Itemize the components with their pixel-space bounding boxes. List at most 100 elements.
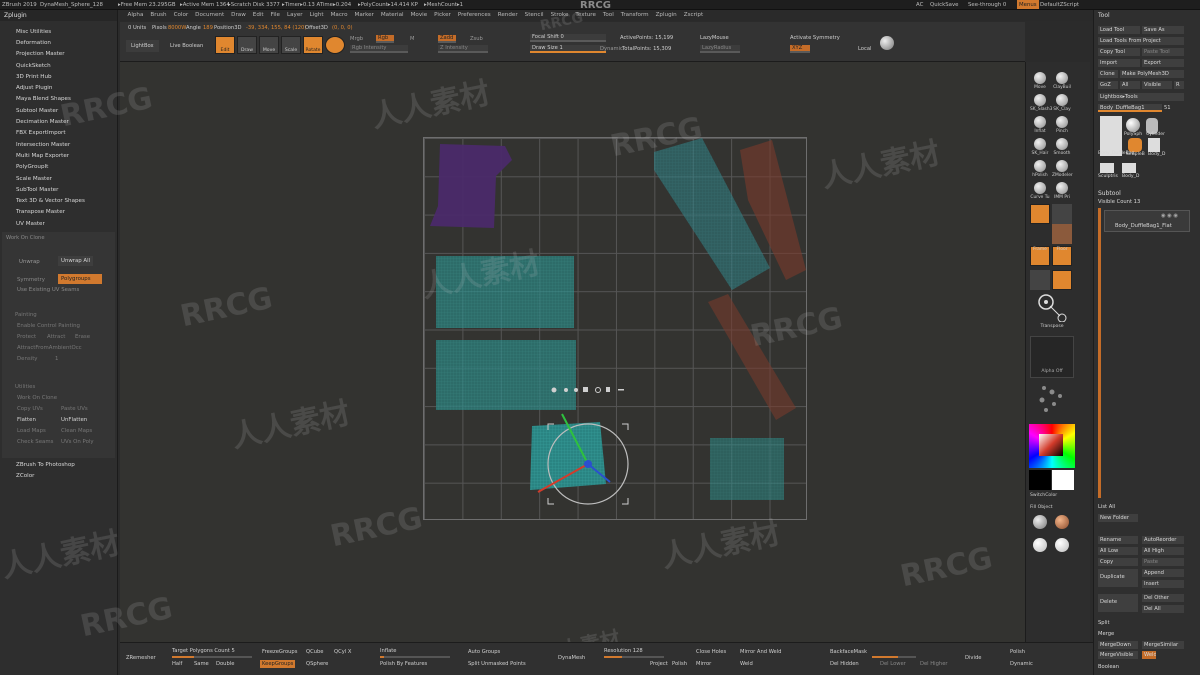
material-white-icon[interactable]	[1055, 538, 1069, 552]
make-polymesh-button[interactable]: Make PolyMesh3D	[1120, 70, 1184, 78]
color-picker[interactable]	[1029, 424, 1075, 468]
dynamic-toggle[interactable]: Dynamic	[1010, 661, 1033, 667]
project-button[interactable]: Project	[650, 661, 668, 667]
merge-visible-button[interactable]: MergeVisible	[1098, 651, 1138, 659]
visible-button[interactable]: Visible	[1142, 81, 1172, 89]
tool-thumb-body2[interactable]	[1148, 138, 1160, 152]
secondary-color-swatch[interactable]	[1029, 470, 1051, 490]
zremesher-button[interactable]: ZRemesher	[126, 655, 156, 661]
auto-reorder-button[interactable]: AutoReorder	[1142, 536, 1184, 544]
zmodeler-brush[interactable]: ZModeler	[1052, 160, 1073, 180]
material-preview-icon[interactable]	[1052, 224, 1072, 244]
floor-button[interactable]: Floor	[1052, 246, 1072, 266]
subtool-header[interactable]: Subtool	[1098, 190, 1121, 197]
primary-color-swatch[interactable]	[1052, 470, 1074, 490]
frame-button[interactable]: Frame	[1030, 246, 1050, 266]
smooth-brush[interactable]: Smooth	[1052, 138, 1072, 158]
double-button[interactable]: Double	[216, 661, 234, 667]
claybuildup-brush[interactable]: ClayBuil	[1052, 72, 1072, 92]
transpose-widget[interactable]: Transpose	[1034, 292, 1070, 332]
polish-by-features-button[interactable]: Polish By Features	[380, 661, 427, 667]
material-skin-icon[interactable]	[1055, 515, 1069, 529]
del-hidden-button[interactable]: Del Hidden	[830, 661, 859, 667]
target-polygons-slider[interactable]: Target Polygons Count 5	[172, 648, 235, 654]
goz-button[interactable]: GoZ	[1098, 81, 1118, 89]
polish-button[interactable]: Polish	[672, 661, 687, 667]
subtool-eye-icon[interactable]: ◉ ◉ ◉	[1161, 213, 1178, 219]
freeze-groups-button[interactable]: FreezeGroups	[262, 649, 297, 655]
mirror-and-weld-button[interactable]: Mirror And Weld	[740, 649, 781, 655]
all-low-button[interactable]: All Low	[1098, 547, 1138, 555]
rename-button[interactable]: Rename	[1098, 536, 1138, 544]
material-basic-icon[interactable]	[1033, 515, 1047, 529]
inflate-brush[interactable]: Inflat	[1030, 116, 1050, 136]
delete-button[interactable]: Delete	[1098, 594, 1138, 612]
clone-button[interactable]: Clone	[1098, 70, 1118, 78]
copy-tool-button[interactable]: Copy Tool	[1098, 48, 1140, 56]
divide-button[interactable]: Divide	[965, 655, 981, 661]
boolean-header[interactable]: Boolean	[1098, 664, 1119, 670]
switch-color-button[interactable]: SwitchColor	[1030, 493, 1057, 498]
sk-hair-brush[interactable]: SK_Hair	[1030, 138, 1050, 158]
subtool-item[interactable]: Body_DuffleBag1_Flat ◉ ◉ ◉	[1104, 210, 1190, 232]
same-button[interactable]: Same	[194, 661, 209, 667]
copy-button[interactable]: Copy	[1098, 558, 1138, 566]
dynamesh-button[interactable]: DynaMesh	[558, 655, 585, 661]
all-button[interactable]: All	[1120, 81, 1140, 89]
transp-button[interactable]	[1052, 270, 1072, 290]
close-holes-button[interactable]: Close Holes	[696, 649, 726, 655]
split-header[interactable]: Split	[1098, 620, 1110, 626]
export-button[interactable]: Export	[1142, 59, 1184, 67]
pinch-brush[interactable]: Pinch	[1052, 116, 1072, 136]
texture-dots-icon[interactable]	[1034, 382, 1070, 418]
list-all-button[interactable]: List All	[1098, 504, 1115, 510]
paste-tool-button[interactable]: Paste Tool	[1142, 48, 1184, 56]
lightbox-tools-button[interactable]: Lightbox▸Tools	[1098, 93, 1184, 101]
r-button[interactable]: R	[1174, 81, 1184, 89]
tool-thumb-body3[interactable]	[1122, 163, 1136, 173]
merge-down-button[interactable]: MergeDown	[1098, 641, 1138, 649]
half-button[interactable]: Half	[172, 661, 182, 667]
mirror-button[interactable]: Mirror	[696, 661, 711, 667]
qcube-button[interactable]: QCube	[306, 649, 323, 655]
split-unmasked-button[interactable]: Split Unmasked Points	[468, 661, 526, 667]
load-from-project-button[interactable]: Load Tools From Project	[1098, 37, 1184, 45]
paste-button[interactable]: Paste	[1142, 558, 1184, 566]
fill-object-button[interactable]: Fill Object	[1030, 505, 1053, 510]
del-lower-button[interactable]: Del Lower	[880, 661, 906, 667]
insert-button[interactable]: Insert	[1142, 580, 1184, 588]
resolution-track[interactable]	[604, 656, 664, 658]
tool-thumb-sculptris[interactable]	[1100, 163, 1114, 173]
save-as-button[interactable]: Save As	[1142, 26, 1184, 34]
tool-thumb-body[interactable]	[1100, 116, 1122, 156]
merge-similar-button[interactable]: MergeSimilar	[1142, 641, 1184, 649]
tool-thumb-simplebrush[interactable]	[1128, 138, 1142, 152]
persp-toggle[interactable]	[1030, 204, 1050, 224]
solo-button[interactable]	[1030, 270, 1050, 290]
hpolish-brush[interactable]: hPolish	[1030, 160, 1050, 180]
backface-mask-button[interactable]: BackfaceMask	[830, 649, 867, 655]
qsphere-button[interactable]: QSphere	[306, 661, 328, 667]
sk-clay-brush[interactable]: SK_Clay	[1052, 94, 1072, 114]
load-tool-button[interactable]: Load Tool	[1098, 26, 1140, 34]
del-other-button[interactable]: Del Other	[1142, 594, 1184, 602]
resolution-slider[interactable]: Resolution 128	[604, 648, 643, 654]
merge-header[interactable]: Merge	[1098, 631, 1114, 637]
del-all-button[interactable]: Del All	[1142, 605, 1184, 613]
tool-palette-title[interactable]: Tool	[1098, 12, 1110, 19]
material-flat-icon[interactable]	[1033, 538, 1047, 552]
weld-toggle[interactable]: Weld	[1142, 651, 1156, 659]
append-button[interactable]: Append	[1142, 569, 1184, 577]
target-polygons-track[interactable]	[172, 656, 252, 658]
import-button[interactable]: Import	[1098, 59, 1140, 67]
new-folder-button[interactable]: New Folder	[1098, 514, 1138, 522]
inflate-slider[interactable]: Inflate	[380, 648, 397, 654]
inflate-track[interactable]	[380, 656, 450, 658]
subtool-scrollbar[interactable]	[1098, 208, 1101, 498]
imm-primitives-brush[interactable]: IMM Pri	[1052, 182, 1072, 202]
keep-groups-button[interactable]: KeepGroups	[260, 660, 296, 668]
all-high-button[interactable]: All High	[1142, 547, 1184, 555]
duplicate-button[interactable]: Duplicate	[1098, 569, 1138, 587]
tool-thumb-polysphere[interactable]	[1126, 118, 1140, 132]
auto-groups-button[interactable]: Auto Groups	[468, 649, 500, 655]
